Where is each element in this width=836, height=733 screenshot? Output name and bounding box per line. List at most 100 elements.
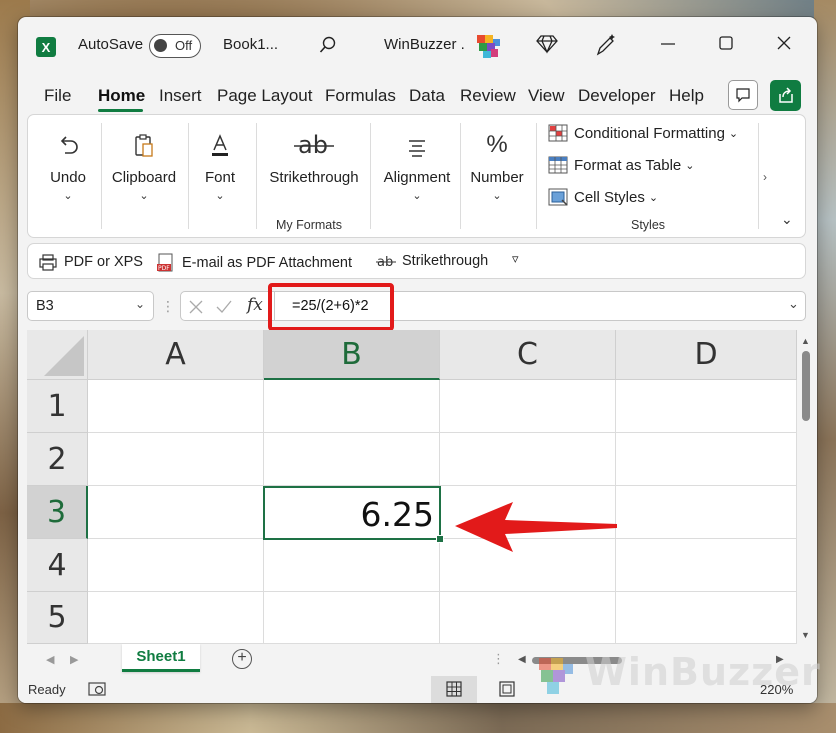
normal-view-button[interactable] [431, 676, 477, 703]
previous-sheet-icon[interactable]: ◀ [46, 653, 54, 666]
tab-help[interactable]: Help [669, 86, 704, 106]
vertical-scrollbar[interactable]: ▲ ▼ [797, 330, 817, 644]
comment-icon [736, 88, 750, 103]
row-header-2[interactable]: 2 [27, 433, 88, 486]
tab-developer[interactable]: Developer [578, 86, 656, 106]
horizontal-scroll-thumb[interactable] [532, 657, 622, 664]
column-header-d[interactable]: D [616, 330, 797, 380]
cell-d4[interactable] [616, 539, 797, 592]
email-pdf-button[interactable]: PDF E-mail as PDF Attachment [156, 253, 352, 273]
number-label: Number [470, 169, 524, 186]
cell-c2[interactable] [440, 433, 616, 486]
name-box[interactable]: B3 ⌄ [27, 291, 154, 321]
clipboard-button[interactable]: Clipboard ⌄ [108, 121, 180, 202]
cell-value: 6.25 [360, 495, 434, 534]
cell-a5[interactable] [88, 592, 264, 644]
scroll-down-icon[interactable]: ▼ [801, 630, 810, 640]
cancel-icon [189, 300, 203, 314]
account-name[interactable]: WinBuzzer . [384, 36, 465, 53]
insert-function-icon[interactable]: fx [247, 295, 263, 315]
ribbon-divider [256, 123, 257, 229]
horizontal-scrollbar[interactable]: ◀ ▶ [518, 653, 788, 667]
cell-a2[interactable] [88, 433, 264, 486]
cell-d1[interactable] [616, 380, 797, 433]
add-sheet-icon[interactable]: + [232, 649, 252, 669]
comments-button[interactable] [728, 80, 758, 110]
tab-review[interactable]: Review [460, 86, 516, 106]
sheet-tab-bar: ◀ ▶ Sheet1 + ⋮ ◀ ▶ [18, 644, 817, 676]
conditional-formatting-button[interactable]: Conditional Formatting ⌄ [548, 124, 738, 142]
cell-styles-button[interactable]: Cell Styles ⌄ [548, 188, 658, 206]
tab-page-layout[interactable]: Page Layout [217, 86, 312, 106]
expand-formula-bar-icon[interactable]: ⌄ [788, 296, 799, 312]
zoom-level[interactable]: 220% [760, 682, 793, 697]
scroll-left-icon[interactable]: ◀ [518, 654, 526, 665]
sheet-tab-sheet1[interactable]: Sheet1 [122, 644, 200, 672]
customize-qat-icon[interactable]: ▿ [512, 251, 519, 267]
pen-icon[interactable] [595, 33, 617, 61]
autosave-toggle[interactable]: Off [149, 34, 201, 58]
account-avatar-icon[interactable] [473, 31, 503, 61]
row-header-4[interactable]: 4 [27, 539, 88, 592]
cell-c1[interactable] [440, 380, 616, 433]
page-layout-view-icon[interactable] [498, 680, 516, 698]
tab-split-grip-icon[interactable]: ⋮ [492, 651, 505, 667]
format-as-table-button[interactable]: Format as Table ⌄ [548, 156, 695, 174]
workbook-name[interactable]: Book1... [223, 36, 278, 53]
column-header-c[interactable]: C [440, 330, 616, 380]
undo-icon [60, 136, 78, 154]
vertical-scroll-thumb[interactable] [802, 351, 810, 421]
tab-insert[interactable]: Insert [159, 86, 202, 106]
strikethrough-button[interactable]: ab Strikethrough [264, 121, 364, 186]
close-button[interactable] [776, 34, 792, 58]
alignment-button[interactable]: Alignment ⌄ [378, 121, 456, 202]
undo-label: Undo [50, 169, 86, 186]
ribbon-scroll-right-icon[interactable]: › [763, 170, 767, 184]
tab-file[interactable]: File [44, 86, 71, 106]
cell-b2[interactable] [264, 433, 440, 486]
accessibility-icon[interactable] [88, 680, 106, 698]
cell-a4[interactable] [88, 539, 264, 592]
active-cell-b3[interactable]: 6.25 [263, 486, 441, 540]
column-header-b[interactable]: B [264, 330, 440, 380]
diamond-icon[interactable] [536, 34, 558, 58]
column-header-a[interactable]: A [88, 330, 264, 380]
ribbon-expand-icon[interactable]: ⌄ [781, 211, 793, 228]
tab-formulas[interactable]: Formulas [325, 86, 396, 106]
cell-b4[interactable] [264, 539, 440, 592]
search-icon[interactable] [318, 35, 338, 59]
cell-d5[interactable] [616, 592, 797, 644]
cell-c5[interactable] [440, 592, 616, 644]
pdf-attachment-icon: PDF [157, 253, 173, 272]
cell-b5[interactable] [264, 592, 440, 644]
scroll-right-icon[interactable]: ▶ [776, 654, 784, 665]
format-as-table-label: Format as Table [574, 156, 682, 174]
tab-view[interactable]: View [528, 86, 565, 106]
fill-handle[interactable] [436, 535, 444, 543]
font-button[interactable]: Font ⌄ [198, 121, 242, 202]
cell-a1[interactable] [88, 380, 264, 433]
cell-b1[interactable] [264, 380, 440, 433]
cell-a3[interactable] [88, 486, 264, 539]
cell-d2[interactable] [616, 433, 797, 486]
row-header-1[interactable]: 1 [27, 380, 88, 433]
undo-button[interactable]: Undo ⌄ [42, 121, 94, 202]
tab-home[interactable]: Home [98, 86, 145, 106]
row-header-5[interactable]: 5 [27, 592, 88, 644]
tab-data[interactable]: Data [409, 86, 445, 106]
next-sheet-icon[interactable]: ▶ [70, 653, 78, 666]
styles-caption: Styles [631, 218, 666, 232]
scroll-up-icon[interactable]: ▲ [801, 336, 810, 346]
chevron-down-icon: ⌄ [648, 191, 659, 204]
minimize-button[interactable] [660, 34, 676, 58]
qat-strikethrough-button[interactable]: ab Strikethrough [376, 253, 488, 269]
select-all-button[interactable] [27, 330, 88, 380]
status-bar: Ready 220% [18, 676, 817, 703]
pdf-xps-button[interactable]: PDF or XPS [38, 253, 143, 271]
maximize-button[interactable] [718, 34, 734, 58]
row-header-3[interactable]: 3 [27, 486, 88, 539]
number-button[interactable]: % Number ⌄ [466, 121, 528, 202]
share-button[interactable] [770, 80, 801, 111]
cell-d3[interactable] [616, 486, 797, 539]
annotation-highlight-box [268, 283, 394, 331]
